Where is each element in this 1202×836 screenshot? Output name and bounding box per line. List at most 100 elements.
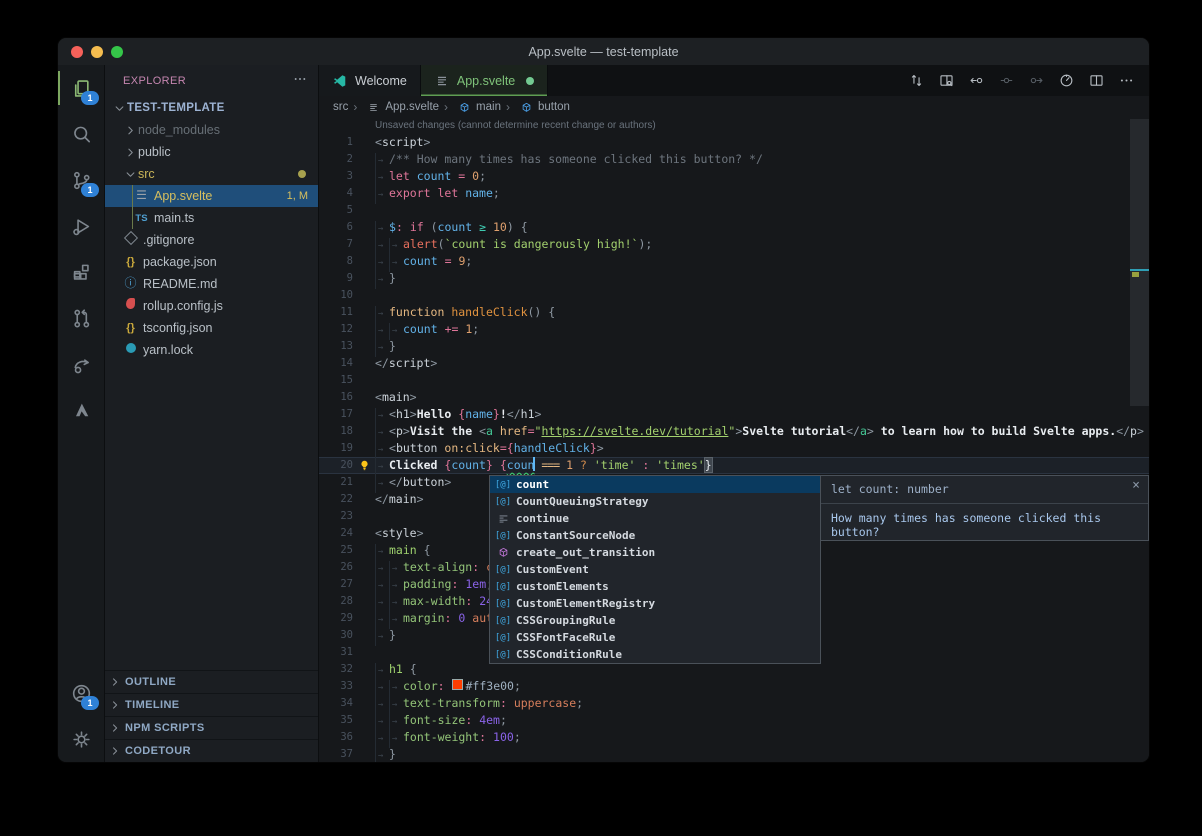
symbol-variable-icon: [@]	[494, 616, 512, 626]
tour-previous-icon[interactable]	[963, 68, 989, 94]
sidebar-section-npm-scripts[interactable]: NPM SCRIPTS	[105, 716, 318, 739]
suggest-item-cssgroupingrule[interactable]: [@]CSSGroupingRule	[490, 612, 820, 629]
code-line-36[interactable]: 36→→font-weight: 100;	[319, 729, 1149, 746]
activity-explorer-icon[interactable]: 1	[58, 65, 104, 111]
split-editor-icon[interactable]	[1083, 68, 1109, 94]
chevron-right-icon	[105, 722, 125, 734]
code-line-10[interactable]: 10	[319, 287, 1149, 304]
editor-scrollbar[interactable]	[1130, 119, 1149, 406]
activity-search-icon[interactable]	[58, 111, 104, 157]
tree-item-readme-md[interactable]: ⓘREADME.md	[105, 273, 318, 295]
suggest-item-cssfontfacerule[interactable]: [@]CSSFontFaceRule	[490, 629, 820, 646]
activity-source-control-icon[interactable]: 1	[58, 157, 104, 203]
tab-welcome[interactable]: Welcome	[319, 65, 421, 96]
suggest-item-customelements[interactable]: [@]customElements	[490, 578, 820, 595]
open-changes-icon[interactable]	[903, 68, 929, 94]
tree-item-tsconfig-json[interactable]: {}tsconfig.json	[105, 317, 318, 339]
code-line-3[interactable]: 3→let count = 0;	[319, 168, 1149, 185]
code-line-19[interactable]: 19→<button on:click={handleClick}>	[319, 440, 1149, 457]
file-icon	[434, 73, 450, 89]
sidebar-section-timeline[interactable]: TIMELINE	[105, 693, 318, 716]
git-status-badge: 1, M	[287, 190, 308, 202]
activity-accounts-icon[interactable]: 1	[58, 670, 104, 716]
file-tree: TEST-TEMPLATEnode_modulespublicsrc☰App.s…	[105, 97, 318, 670]
tree-item-node-modules[interactable]: node_modules	[105, 119, 318, 141]
sidebar-section-codetour[interactable]: CODETOUR	[105, 739, 318, 762]
lightbulb-icon[interactable]	[353, 457, 375, 474]
code-line-8[interactable]: 8→→count = 9;	[319, 253, 1149, 270]
activity-run-and-debug-icon[interactable]	[58, 203, 104, 249]
tree-item-package-json[interactable]: {}package.json	[105, 251, 318, 273]
tour-next-icon[interactable]	[1023, 68, 1049, 94]
breadcrumb-item-src[interactable]: src	[333, 101, 348, 113]
code-line-4[interactable]: 4→export let name;	[319, 185, 1149, 202]
suggest-item-countqueuingstrategy[interactable]: [@]CountQueuingStrategy	[490, 493, 820, 510]
suggest-item-customelementregistry[interactable]: [@]CustomElementRegistry	[490, 595, 820, 612]
tab-app-svelte[interactable]: App.svelte	[421, 65, 548, 96]
code-line-34[interactable]: 34→→text-transform: uppercase;	[319, 695, 1149, 712]
suggest-item-customevent[interactable]: [@]CustomEvent	[490, 561, 820, 578]
code-line-16[interactable]: 16<main>	[319, 389, 1149, 406]
activity-manage-icon[interactable]	[58, 716, 104, 762]
suggest-item-continue[interactable]: continue	[490, 510, 820, 527]
tree-item-main-ts[interactable]: TSmain.ts	[105, 207, 318, 229]
tour-play-icon[interactable]	[1053, 68, 1079, 94]
code-line-14[interactable]: 14</script>	[319, 355, 1149, 372]
suggest-item-count[interactable]: [@]count	[490, 476, 820, 493]
suggest-item-create_out_transition[interactable]: create_out_transition	[490, 544, 820, 561]
code-line-35[interactable]: 35→→font-size: 4em;	[319, 712, 1149, 729]
badge: 1	[81, 183, 99, 197]
activity-azure-icon[interactable]	[58, 387, 104, 433]
activity-live-share-icon[interactable]	[58, 341, 104, 387]
svelte-file-icon: ☰	[133, 187, 150, 205]
tour-step-icon[interactable]	[993, 68, 1019, 94]
code-line-7[interactable]: 7→→alert(`count is dangerously high!`);	[319, 236, 1149, 253]
suggest-item-constantsourcenode[interactable]: [@]ConstantSourceNode	[490, 527, 820, 544]
tree-item-app-svelte[interactable]: ☰App.svelte1, M	[105, 185, 318, 207]
suggest-label: ConstantSourceNode	[516, 529, 635, 542]
tree-item--gitignore[interactable]: .gitignore	[105, 229, 318, 251]
breadcrumb-item-main[interactable]: main	[444, 100, 501, 114]
zoom-window-button[interactable]	[111, 46, 123, 58]
cube-icon	[458, 101, 471, 114]
activity-extensions-icon[interactable]	[58, 249, 104, 295]
tree-item-label: main.ts	[154, 211, 194, 225]
code-line-6[interactable]: 6→$: if (count ≥ 10) {	[319, 219, 1149, 236]
tree-item-src[interactable]: src	[105, 163, 318, 185]
suggest-item-cssconditionrule[interactable]: [@]CSSConditionRule	[490, 646, 820, 663]
explorer-more-actions-icon[interactable]	[292, 71, 308, 92]
code-line-17[interactable]: 17→<h1>Hello {name}!</h1>	[319, 406, 1149, 423]
tree-item-yarn-lock[interactable]: yarn.lock	[105, 339, 318, 361]
yarn-file-icon	[122, 342, 139, 359]
title-bar[interactable]: App.svelte — test-template	[58, 38, 1149, 65]
code-line-20[interactable]: 20→Clicked {count} {coun === 1 ? 'time' …	[319, 457, 1149, 474]
dirty-indicator	[526, 77, 534, 85]
code-line-2[interactable]: 2→/** How many times has someone clicked…	[319, 151, 1149, 168]
overview-modified-marker	[1132, 272, 1139, 277]
code-line-9[interactable]: 9→}	[319, 270, 1149, 287]
tree-root-folder[interactable]: TEST-TEMPLATE	[105, 97, 318, 119]
code-editor[interactable]: Unsaved changes (cannot determine recent…	[319, 118, 1149, 762]
sidebar-section-outline[interactable]: OUTLINE	[105, 670, 318, 693]
code-line-33[interactable]: 33→→color: #ff3e00;	[319, 678, 1149, 695]
breadcrumb-item-app-svelte[interactable]: App.svelte	[353, 100, 439, 114]
tree-item-rollup-config-js[interactable]: rollup.config.js	[105, 295, 318, 317]
close-window-button[interactable]	[71, 46, 83, 58]
code-line-18[interactable]: 18→<p>Visit the <a href="https://svelte.…	[319, 423, 1149, 440]
line-number: 33	[319, 678, 353, 695]
more-actions-icon[interactable]	[1113, 68, 1139, 94]
open-preview-icon[interactable]	[933, 68, 959, 94]
activity-github-pull-requests-icon[interactable]	[58, 295, 104, 341]
tree-item-public[interactable]: public	[105, 141, 318, 163]
close-icon[interactable]: ×	[1132, 479, 1140, 492]
breadcrumb-item-button[interactable]: button	[506, 100, 570, 114]
code-line-5[interactable]: 5	[319, 202, 1149, 219]
breadcrumb[interactable]: src App.svelte main button	[319, 96, 1149, 118]
code-line-11[interactable]: 11→function handleClick() {	[319, 304, 1149, 321]
minimize-window-button[interactable]	[91, 46, 103, 58]
code-line-12[interactable]: 12→→count += 1;	[319, 321, 1149, 338]
code-line-37[interactable]: 37→}	[319, 746, 1149, 762]
code-line-13[interactable]: 13→}	[319, 338, 1149, 355]
code-line-1[interactable]: 1<script>	[319, 134, 1149, 151]
code-line-15[interactable]: 15	[319, 372, 1149, 389]
